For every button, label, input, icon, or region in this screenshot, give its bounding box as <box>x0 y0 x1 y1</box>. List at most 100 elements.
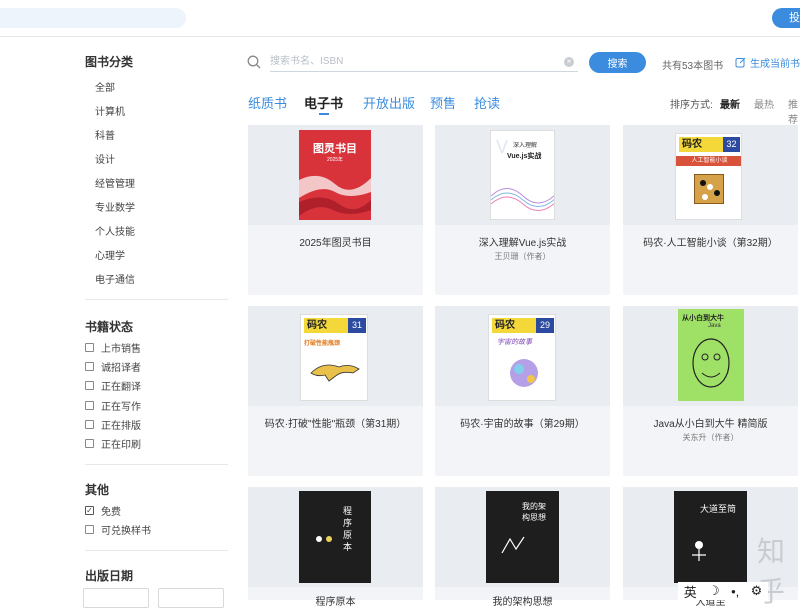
punctuation-icon[interactable]: •, <box>731 584 739 599</box>
status-label: 正在排版 <box>101 421 141 432</box>
book-cover: 深入理解 Vue.js实战 V <box>490 130 555 220</box>
book-card[interactable]: 从小白到大牛 Java Java从小白到大牛 精简版 关东升（作者） <box>623 306 798 476</box>
date-end-input[interactable] <box>158 588 224 608</box>
book-title[interactable]: 码农·宇宙的故事（第29期） <box>435 415 610 430</box>
category-item-design[interactable]: 设计 <box>95 151 115 166</box>
status-label: 诚招译者 <box>101 363 141 374</box>
status-label: 正在翻译 <box>101 382 141 393</box>
date-start-input[interactable] <box>83 588 149 608</box>
book-cover: 大道至简 <box>674 491 747 583</box>
checkbox[interactable] <box>85 381 94 390</box>
category-item-computer[interactable]: 计算机 <box>95 103 125 118</box>
book-cover: 码农 31 打破性能瓶颈 <box>300 314 368 401</box>
category-item-science[interactable]: 科普 <box>95 127 115 142</box>
book-title[interactable]: 程序原本 <box>248 593 423 608</box>
cover-face-doodle <box>692 338 730 388</box>
ime-toolbar[interactable]: 英 ☽ •, ⚙ <box>678 582 768 600</box>
cover-figure <box>692 541 706 561</box>
cover-pattern <box>299 175 371 216</box>
top-bar: 投 <box>0 0 800 37</box>
book-card[interactable]: 深入理解 Vue.js实战 V 深入理解Vue.js实战 王贝珊（作者） <box>435 125 610 295</box>
other-title: 其他 <box>85 483 110 497</box>
cover-wave <box>491 188 554 211</box>
go-board-image <box>700 180 720 200</box>
status-title: 书籍状态 <box>85 320 134 334</box>
top-right-button[interactable]: 投 <box>772 8 800 28</box>
active-tab-indicator <box>319 113 329 115</box>
cover-v-mark: V <box>496 137 509 157</box>
book-title[interactable]: 深入理解Vue.js实战 <box>435 234 610 249</box>
clear-icon[interactable]: × <box>564 57 574 67</box>
category-item-skills[interactable]: 个人技能 <box>95 223 135 238</box>
checkbox[interactable] <box>85 362 94 371</box>
book-cover: 图灵书目 2025年 <box>299 130 371 220</box>
cover-title: Vue.js实战 <box>507 153 542 160</box>
book-card[interactable]: 程序原本 程序原本 <box>248 487 423 608</box>
cover-subtitle: 2025年 <box>326 157 344 163</box>
tab-paper-books[interactable]: 纸质书 <box>248 93 287 112</box>
book-card[interactable]: 码农 31 打破性能瓶颈 码农·打破"性能"瓶颈（第31期） <box>248 306 423 476</box>
cover-lines <box>501 536 525 554</box>
cover-title: 码农 <box>304 318 348 333</box>
gear-icon[interactable]: ⚙ <box>751 583 763 599</box>
divider <box>85 299 228 300</box>
status-label: 正在写作 <box>101 402 141 413</box>
cover-subtitle: 深入理解 <box>513 143 538 149</box>
cover-cheetah <box>310 364 360 382</box>
other-free[interactable]: ✓ 免费 <box>85 503 121 518</box>
search-button[interactable]: 搜索 <box>589 52 646 73</box>
cover-issue-number: 32 <box>723 137 740 152</box>
checkbox[interactable] <box>85 439 94 448</box>
category-item-electronics[interactable]: 电子通信 <box>95 271 135 286</box>
cover-subtitle: 人工智能小谈 <box>676 156 741 166</box>
search-icon <box>247 55 261 69</box>
cover-issue-number: 31 <box>348 318 366 333</box>
tab-ebooks[interactable]: 电子书 <box>304 93 343 112</box>
status-translating[interactable]: 正在翻译 <box>85 378 141 393</box>
generate-list-label: 生成当前书单 <box>750 59 800 70</box>
book-card[interactable]: 图灵书目 2025年 2025年图灵书目 <box>248 125 423 295</box>
book-cover: 码农 32 人工智能小谈 <box>675 133 742 220</box>
generate-list-link[interactable]: 生成当前书单 <box>735 55 800 70</box>
checkbox[interactable] <box>85 525 94 534</box>
book-card[interactable]: 码农 32 人工智能小谈 码农·人工智能小谈（第32期） <box>623 125 798 295</box>
checkbox[interactable] <box>85 343 94 352</box>
sort-hottest[interactable]: 最热 <box>754 96 774 111</box>
cover-space-art <box>510 359 538 387</box>
other-label: 免费 <box>101 507 121 518</box>
tab-early-read[interactable]: 抢读 <box>474 93 500 112</box>
status-writing[interactable]: 正在写作 <box>85 398 141 413</box>
book-card[interactable]: 码农 29 宇宙的故事 码农·宇宙的故事（第29期） <box>435 306 610 476</box>
book-card[interactable]: 我的架构思想 我的架构思想 <box>435 487 610 608</box>
cover-subtitle: Java <box>708 323 721 329</box>
book-title[interactable]: 2025年图灵书目 <box>248 234 423 249</box>
checkbox[interactable] <box>85 401 94 410</box>
status-printing[interactable]: 正在印刷 <box>85 436 141 451</box>
sort-newest[interactable]: 最新 <box>720 96 740 111</box>
tab-presale[interactable]: 预售 <box>430 93 456 112</box>
other-sample-exchange[interactable]: 可兑换样书 <box>85 522 151 537</box>
checkbox-checked[interactable]: ✓ <box>85 506 94 515</box>
category-item-math[interactable]: 专业数学 <box>95 199 135 214</box>
book-title[interactable]: 码农·打破"性能"瓶颈（第31期） <box>248 415 423 430</box>
status-translator-wanted[interactable]: 诚招译者 <box>85 359 141 374</box>
status-on-sale[interactable]: 上市销售 <box>85 340 141 355</box>
tab-open-publishing[interactable]: 开放出版 <box>363 93 415 112</box>
category-item-psychology[interactable]: 心理学 <box>95 247 125 262</box>
category-title: 图书分类 <box>85 55 134 69</box>
search-input[interactable] <box>270 52 578 72</box>
book-title[interactable]: 我的架构思想 <box>435 593 610 608</box>
book-title[interactable]: 码农·人工智能小谈（第32期） <box>623 234 798 249</box>
date-title: 出版日期 <box>85 569 134 583</box>
sort-recommended[interactable]: 推荐 <box>788 96 800 126</box>
cover-subtitle: 打破性能瓶颈 <box>304 341 341 347</box>
status-typesetting[interactable]: 正在排版 <box>85 417 141 432</box>
category-item-management[interactable]: 经管管理 <box>95 175 135 190</box>
cover-title: 程序原本 <box>343 506 353 552</box>
ime-language-toggle[interactable]: 英 <box>684 582 697 601</box>
top-search-box[interactable] <box>0 8 186 28</box>
moon-icon[interactable]: ☽ <box>708 583 720 599</box>
category-item-all[interactable]: 全部 <box>95 79 115 94</box>
checkbox[interactable] <box>85 420 94 429</box>
book-title[interactable]: Java从小白到大牛 精简版 <box>623 415 798 430</box>
